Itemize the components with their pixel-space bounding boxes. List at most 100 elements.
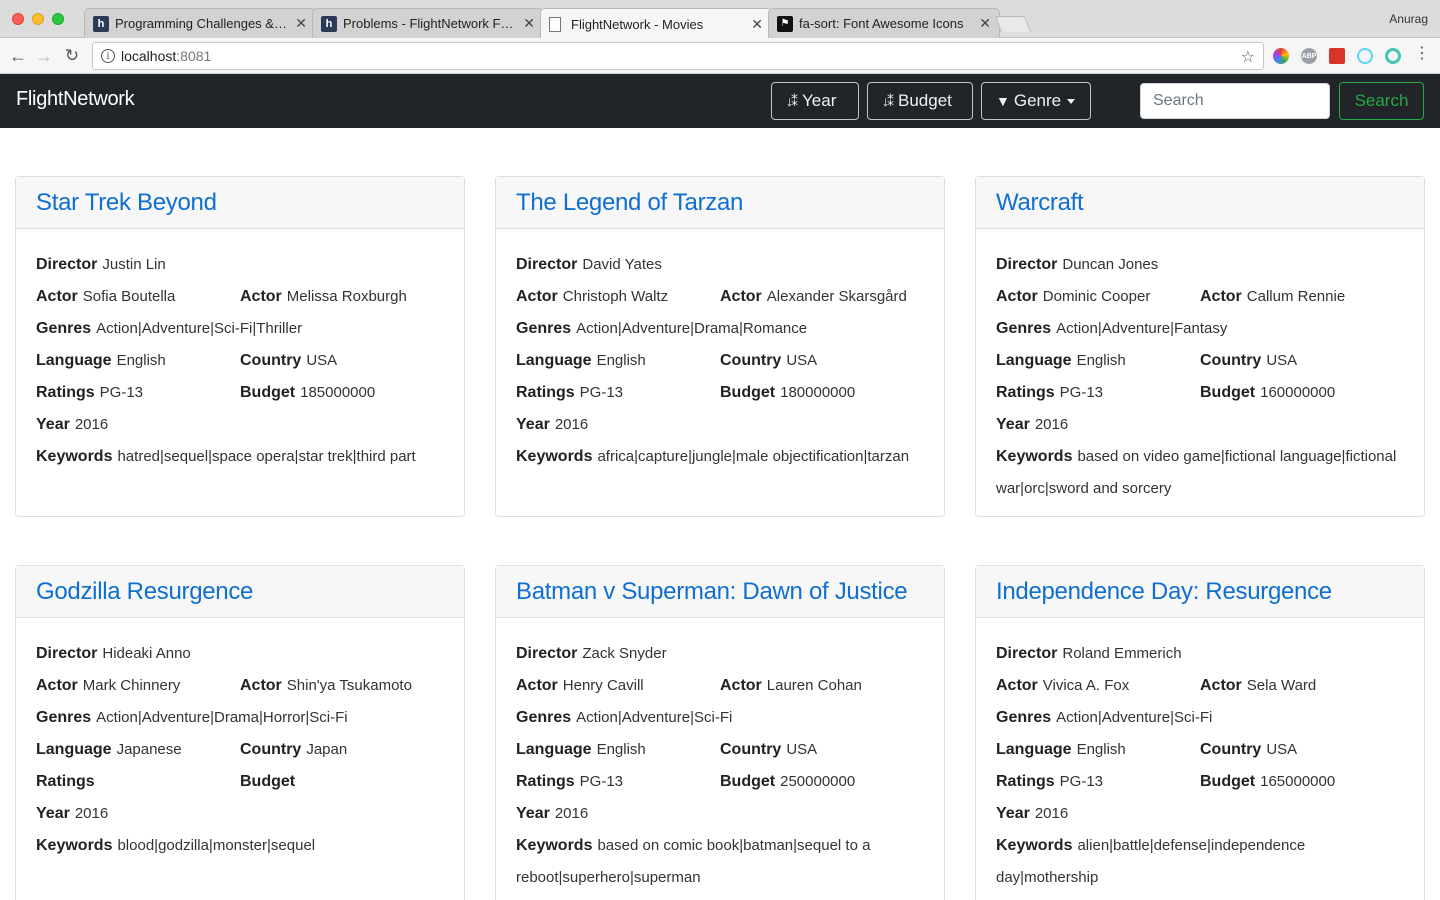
language-value: Japanese (116, 741, 182, 758)
director-label: Director (36, 256, 98, 273)
sort-icon: ↓⁑ (786, 92, 798, 109)
year-value: 2016 (74, 416, 109, 433)
keywords-label: Keywords (996, 837, 1073, 854)
actor-label: Actor (720, 677, 762, 694)
close-tab-icon[interactable]: ✕ (751, 16, 763, 33)
tab-title: FlightNetwork - Movies (571, 16, 704, 32)
genres-label: Genres (36, 709, 92, 726)
browser-tab-3[interactable]: FlightNetwork - Movies ✕ (540, 8, 772, 39)
actor-value: Lauren Cohan (766, 677, 862, 694)
ratings-label: Ratings (996, 384, 1055, 401)
card-header: Independence Day: Resurgence (976, 566, 1424, 618)
language-value: English (116, 352, 166, 369)
genres-label: Genres (996, 320, 1052, 337)
card-body: Director Justin Lin Actor Sofia Boutella Ac… (16, 229, 464, 483)
budget-value: 160000000 (1260, 384, 1336, 401)
back-arrow-icon[interactable]: ← (6, 44, 30, 68)
close-tab-icon[interactable]: ✕ (523, 15, 535, 32)
movie-title[interactable]: Warcraft (996, 187, 1404, 219)
search-button[interactable]: Search (1339, 82, 1424, 120)
country-label: Country (1200, 741, 1262, 758)
card-body: Director David Yates Actor Christoph Waltz… (496, 229, 944, 483)
year-value: 2016 (554, 805, 589, 822)
year-label: Year (36, 805, 70, 822)
ratings-value: PG-13 (1059, 773, 1104, 790)
year-label: Year (516, 416, 550, 433)
country-value: USA (786, 741, 818, 758)
close-tab-icon[interactable]: ✕ (979, 15, 991, 32)
color-wheel-extension-icon[interactable] (1273, 48, 1289, 64)
budget-value: 185000000 (300, 384, 376, 401)
browser-tab-4[interactable]: ⚑ fa-sort: Font Awesome Icons ✕ (768, 8, 1000, 38)
year-label: Year (36, 416, 70, 433)
hackerearth-icon: h (93, 15, 109, 32)
country-value: USA (786, 352, 818, 369)
year-label: Year (996, 805, 1030, 822)
new-tab-button[interactable] (995, 16, 1031, 32)
movie-title[interactable]: Independence Day: Resurgence (996, 576, 1404, 608)
actor-label: Actor (720, 288, 762, 305)
sort-budget-button[interactable]: ↓⁑ Budget (867, 82, 973, 120)
bookmark-star-icon[interactable]: ☆ (1241, 47, 1255, 67)
movie-card: Warcraft Director Duncan Jones Actor Domin… (975, 176, 1425, 517)
director-label: Director (996, 256, 1058, 273)
search-input[interactable] (1140, 83, 1330, 119)
keywords-value: blood|godzilla|monster|sequel (117, 837, 316, 854)
forward-arrow-icon[interactable]: → (32, 44, 56, 68)
actor-label: Actor (240, 288, 282, 305)
year-value: 2016 (1034, 416, 1069, 433)
budget-label: Budget (720, 773, 776, 790)
brand-logo[interactable]: FlightNetwork (16, 88, 135, 111)
actor-label: Actor (516, 288, 558, 305)
sort-year-button[interactable]: ↓⁑ Year (771, 82, 859, 120)
year-value: 2016 (1034, 805, 1069, 822)
card-header: The Legend of Tarzan (496, 177, 944, 229)
zoom-window-button[interactable] (52, 13, 64, 25)
ratings-value: PG-13 (99, 384, 144, 401)
browser-tab-1[interactable]: h Programming Challenges & Co ✕ (84, 8, 316, 38)
browser-menu-icon[interactable]: ⋮ (1414, 46, 1430, 62)
hackerearth-icon: h (321, 15, 337, 32)
circle-extension-icon[interactable] (1385, 48, 1401, 64)
movie-title[interactable]: The Legend of Tarzan (516, 187, 924, 219)
profile-name[interactable]: Anurag (1389, 12, 1428, 26)
tab-title: Programming Challenges & Co (115, 16, 290, 31)
actor-label: Actor (1200, 288, 1242, 305)
genre-filter-dropdown[interactable]: ▼ Genre (981, 82, 1091, 120)
movie-title[interactable]: Godzilla Resurgence (36, 576, 444, 608)
reload-icon[interactable]: ↻ (60, 44, 84, 68)
red-extension-icon[interactable] (1329, 48, 1345, 64)
card-header: Godzilla Resurgence (16, 566, 464, 618)
genres-value: Action|Adventure|Fantasy (1056, 320, 1228, 337)
ratings-label: Ratings (516, 384, 575, 401)
keywords-label: Keywords (36, 837, 113, 854)
country-value: USA (306, 352, 338, 369)
year-label: Year (516, 805, 550, 822)
genres-label: Genres (516, 320, 572, 337)
budget-label: Budget (1200, 773, 1256, 790)
close-window-button[interactable] (12, 13, 24, 25)
browser-tab-2[interactable]: h Problems - FlightNetwork Fron ✕ (312, 8, 544, 38)
movie-title[interactable]: Star Trek Beyond (36, 187, 444, 219)
close-tab-icon[interactable]: ✕ (295, 15, 307, 32)
react-devtools-icon[interactable] (1357, 48, 1373, 64)
card-header: Batman v Superman: Dawn of Justice (496, 566, 944, 618)
card-header: Warcraft (976, 177, 1424, 229)
language-label: Language (996, 741, 1072, 758)
card-body: Director Zack Snyder Actor Henry Cavill Act… (496, 618, 944, 900)
minimize-window-button[interactable] (32, 13, 44, 25)
card-body: Director Hideaki Anno Actor Mark Chinnery A… (16, 618, 464, 872)
movie-title[interactable]: Batman v Superman: Dawn of Justice (516, 576, 924, 608)
address-bar[interactable]: i localhost:8081 ☆ (92, 42, 1264, 70)
ratings-value: PG-13 (579, 384, 624, 401)
director-value: Zack Snyder (582, 645, 667, 662)
genres-label: Genres (36, 320, 92, 337)
movie-card: Star Trek Beyond Director Justin Lin Acto… (15, 176, 465, 517)
director-label: Director (516, 256, 578, 273)
budget-label: Budget (1200, 384, 1256, 401)
info-icon[interactable]: i (101, 49, 115, 63)
director-value: Roland Emmerich (1062, 645, 1182, 662)
adblock-extension-icon[interactable]: ABP (1301, 48, 1317, 64)
keywords-label: Keywords (996, 448, 1073, 465)
language-label: Language (36, 741, 112, 758)
